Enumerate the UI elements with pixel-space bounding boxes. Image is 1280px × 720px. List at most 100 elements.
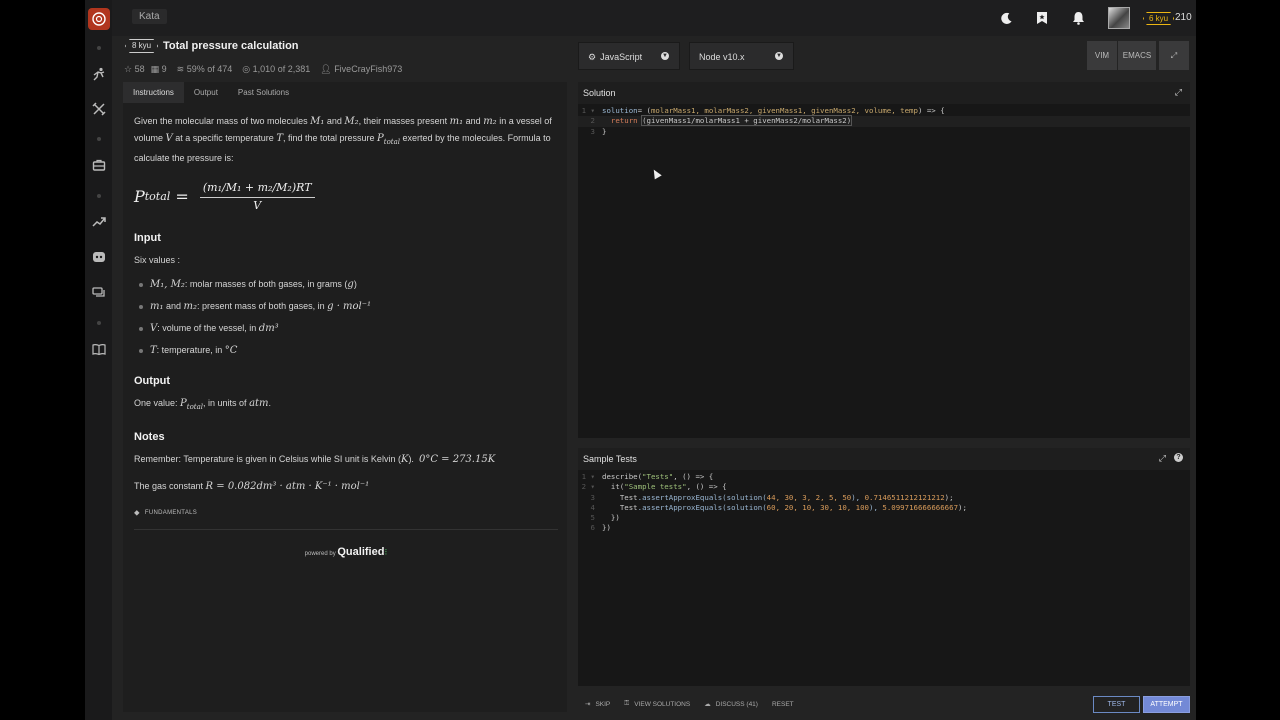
solution-title: Solution: [583, 88, 616, 98]
solution-editor[interactable]: 1 ▾ solution= (molarMass1, molarMass2, gi…: [578, 106, 1190, 137]
chevron-down-icon: ▼: [661, 52, 669, 60]
kata-rank-badge: 8 kyu: [125, 39, 159, 53]
bullet-text: ): [353, 278, 357, 289]
output-unit: atm: [249, 397, 269, 409]
user-avatar[interactable]: [1108, 7, 1130, 29]
line-number: 1 ▾: [581, 472, 595, 481]
kata-tag[interactable]: ⬥ FUNDAMENTALS: [134, 505, 558, 521]
completed-icon: ◎: [242, 64, 251, 74]
bullet-text: : present mass of both gases, in: [197, 300, 328, 311]
note-text: ).: [408, 453, 414, 464]
code-token: "Tests": [642, 472, 674, 481]
runtime-select[interactable]: Node v10.x ▼: [689, 42, 794, 70]
bell-icon[interactable]: [1070, 10, 1086, 26]
powered-by[interactable]: powered by Qualified⁝: [134, 544, 558, 562]
user-rank-badge: 6 kyu: [1143, 12, 1175, 25]
math-T: T: [276, 133, 283, 144]
math-M1: M₁: [310, 116, 325, 127]
formula-equals: =: [170, 186, 194, 206]
author-name: FiveCrayFish973: [334, 64, 403, 74]
app-window: Kata 6 kyu 210 8 kyu Total pressure calc…: [85, 0, 1196, 720]
solution-header: Solution ⤢: [578, 82, 1190, 104]
attempt-button[interactable]: ATTEMPT: [1143, 696, 1190, 713]
book-icon[interactable]: [89, 339, 109, 359]
moon-icon[interactable]: [998, 10, 1014, 26]
divider: [134, 528, 558, 530]
math-V: V: [165, 133, 173, 144]
codewars-logo[interactable]: [88, 8, 110, 30]
code-token: );: [958, 502, 967, 512]
line-number: 2: [590, 116, 595, 126]
tag-icon: ⬥: [134, 507, 140, 517]
kata-title[interactable]: Total pressure calculation: [163, 40, 299, 52]
tab-output[interactable]: Output: [184, 82, 228, 103]
tab-past-solutions[interactable]: Past Solutions: [228, 82, 299, 103]
code-token: return: [610, 116, 638, 126]
note-gas-constant: The gas constant R = 0.082dm³ · atm · K⁻…: [134, 478, 558, 495]
fullscreen-button[interactable]: ⤢: [1159, 41, 1189, 70]
tag-label: FUNDAMENTALS: [144, 509, 198, 516]
bullet-math: m₁: [150, 300, 164, 312]
leaderboard-trend-icon[interactable]: [89, 212, 109, 232]
note-temperature: Remember: Temperature is given in Celsiu…: [134, 451, 558, 468]
stars-stat[interactable]: ☆ 58: [124, 64, 145, 75]
training-icon[interactable]: [89, 64, 109, 84]
completed-count: 1,010: [252, 64, 276, 74]
satisfaction-of: of 474: [207, 64, 233, 74]
list-item: M₁, M₂: molar masses of both gases, in g…: [138, 276, 558, 293]
bullet-math: m₂: [183, 300, 198, 312]
view-solutions-label: VIEW SOLUTIONS: [634, 700, 691, 708]
reset-button[interactable]: RESET: [765, 695, 801, 713]
tests-editor[interactable]: 1 ▾ describe("Tests", () => { 2 ▾ it("Sam…: [578, 472, 1190, 534]
briefcase-icon[interactable]: [89, 155, 109, 175]
top-navigation: Kata 6 kyu 210: [112, 0, 1196, 36]
view-solutions-button[interactable]: ⚿ VIEW SOLUTIONS: [617, 695, 697, 713]
output-heading: Output: [134, 374, 171, 387]
honor-score: 210: [1175, 12, 1192, 23]
output-paragraph: One value: Ptotal, in units of atm.: [134, 395, 558, 415]
practice-icon[interactable]: [89, 99, 109, 119]
line-number: 1 ▾: [581, 106, 595, 115]
code-token: "Sample tests": [624, 482, 687, 492]
pressure-formula: Ptotal = (m₁/M₁ + m₂/M₂)RT V: [134, 180, 558, 214]
chat-icon[interactable]: [89, 283, 109, 303]
discord-icon[interactable]: [89, 247, 109, 267]
skip-button[interactable]: ⇥ SKIP: [578, 695, 617, 713]
author-stat[interactable]: 👤︎ FiveCrayFish973: [320, 64, 402, 75]
list-item: T: temperature, in °C: [138, 342, 558, 359]
language-icon: ⚙︎: [588, 52, 597, 62]
output-text: , in units of: [203, 397, 250, 408]
breadcrumb[interactable]: Kata: [132, 9, 167, 24]
bookmark-icon[interactable]: [1034, 10, 1050, 26]
formula-numerator: (m₁/M₁ + m₂/M₂)RT: [199, 180, 315, 198]
question-icon[interactable]: ?: [1174, 453, 1183, 462]
output-math: P: [180, 397, 187, 409]
emacs-mode-button[interactable]: EMACS: [1118, 41, 1156, 70]
line-number: 6: [590, 523, 595, 533]
output-math-sub: total: [186, 402, 204, 411]
math-m1: m₁: [449, 116, 464, 127]
tests-title: Sample Tests: [583, 454, 637, 464]
bullet-text: : volume of the vessel, in: [157, 322, 259, 333]
bullet-math: M₁, M₂: [150, 278, 185, 290]
expand-icon[interactable]: ⤢: [1159, 453, 1166, 464]
expand-icon[interactable]: ⤢: [1175, 87, 1182, 98]
vim-mode-button[interactable]: VIM: [1087, 41, 1117, 70]
note-math: 0°C = 273.15K: [418, 453, 496, 465]
list-item: m₁ and m₂: present mass of both gases, i…: [138, 298, 558, 315]
language-select[interactable]: ⚙︎ JavaScript ▼: [578, 42, 680, 70]
sample-tests-panel: Sample Tests ⤢ ? 1 ▾ describe("Tests", ()…: [578, 448, 1190, 686]
input-heading: Input: [134, 231, 161, 244]
expand-icon: ⤢: [1170, 51, 1178, 60]
code-token: ) => {: [917, 106, 945, 115]
note-text: The gas constant: [134, 480, 206, 491]
test-button[interactable]: TEST: [1093, 696, 1140, 713]
sidebar-separator: [97, 321, 101, 325]
tab-instructions[interactable]: Instructions: [123, 82, 184, 103]
code-line: 1 ▾ describe("Tests", () => {: [578, 472, 1190, 482]
formula-denominator: V: [253, 198, 262, 212]
collections-stat[interactable]: ▦ 9: [151, 64, 167, 75]
discuss-button[interactable]: ☁︎ DISCUSS (41): [697, 695, 765, 713]
user-icon: 👤︎: [320, 64, 332, 74]
formula-fraction: (m₁/M₁ + m₂/M₂)RT V: [199, 180, 315, 214]
